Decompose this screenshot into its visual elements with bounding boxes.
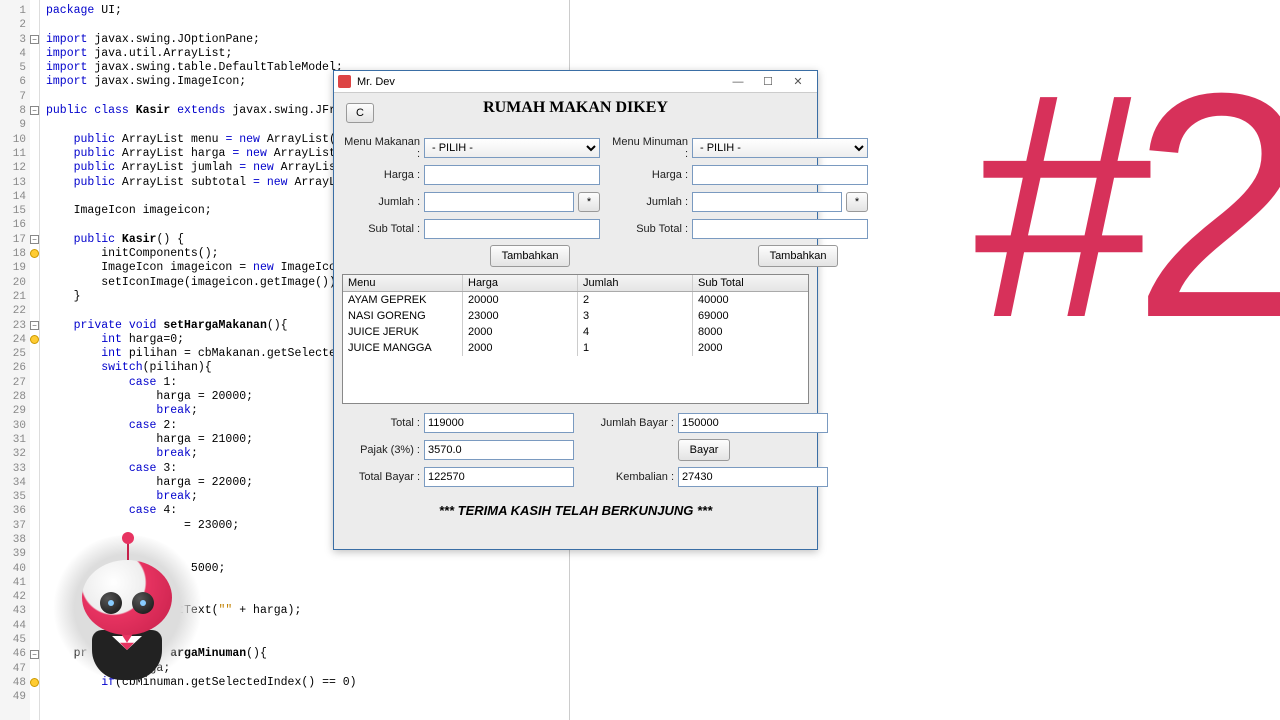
harga-minuman-input[interactable] xyxy=(692,165,868,185)
menu-makanan-select[interactable]: - PILIH - xyxy=(424,138,600,158)
thanks-message: *** TERIMA KASIH TELAH BERKUNJUNG *** xyxy=(342,503,809,518)
jmlbayar-input[interactable] xyxy=(678,413,828,433)
jumlah-makanan-label: Jumlah : xyxy=(342,196,420,208)
pajak-label: Pajak (3%) : xyxy=(342,444,420,456)
minimize-button[interactable]: — xyxy=(723,73,753,91)
table-row[interactable]: JUICE JERUK200048000 xyxy=(343,324,808,340)
subtotal-makanan-label: Sub Total : xyxy=(342,223,420,235)
total-input[interactable] xyxy=(424,413,574,433)
titlebar: Mr. Dev — ☐ ✕ xyxy=(334,71,817,93)
totalbayar-input[interactable] xyxy=(424,467,574,487)
close-button[interactable]: ✕ xyxy=(783,73,813,91)
table-row[interactable]: NASI GORENG23000369000 xyxy=(343,308,808,324)
pajak-input[interactable] xyxy=(424,440,574,460)
minuman-column: Menu Minuman : - PILIH - Harga : Jumlah … xyxy=(610,137,868,270)
makanan-column: Menu Makanan : - PILIH - Harga : Jumlah … xyxy=(342,137,600,270)
fold-column: −−−−− xyxy=(30,0,40,720)
line-gutter: 1234567891011121314151617181920212223242… xyxy=(0,0,30,720)
jumlah-minuman-label: Jumlah : xyxy=(610,196,688,208)
order-table[interactable]: MenuHargaJumlahSub Total AYAM GEPREK2000… xyxy=(342,274,809,404)
total-label: Total : xyxy=(342,417,420,429)
app-title: RUMAH MAKAN DIKEY xyxy=(342,99,809,117)
table-row[interactable]: AYAM GEPREK20000240000 xyxy=(343,292,808,308)
menu-minuman-label: Menu Minuman : xyxy=(610,136,688,160)
bayar-button[interactable]: Bayar xyxy=(678,439,730,461)
maximize-button[interactable]: ☐ xyxy=(753,73,783,91)
harga-makanan-input[interactable] xyxy=(424,165,600,185)
calc-makanan-button[interactable]: * xyxy=(578,192,600,212)
harga-minuman-label: Harga : xyxy=(610,169,688,181)
window-title: Mr. Dev xyxy=(357,76,395,88)
menu-minuman-select[interactable]: - PILIH - xyxy=(692,138,868,158)
tambah-minuman-button[interactable]: Tambahkan xyxy=(758,245,838,267)
subtotal-makanan-input[interactable] xyxy=(424,219,600,239)
totalbayar-label: Total Bayar : xyxy=(342,471,420,483)
episode-number: #2 xyxy=(974,45,1280,365)
robot-mascot xyxy=(50,530,210,710)
jumlah-minuman-input[interactable] xyxy=(692,192,842,212)
table-row[interactable]: JUICE MANGGA200012000 xyxy=(343,340,808,356)
tambah-makanan-button[interactable]: Tambahkan xyxy=(490,245,570,267)
table-header: MenuHargaJumlahSub Total xyxy=(343,275,808,292)
clear-button[interactable]: C xyxy=(346,103,374,123)
harga-makanan-label: Harga : xyxy=(342,169,420,181)
subtotal-minuman-label: Sub Total : xyxy=(610,223,688,235)
jmlbayar-label: Jumlah Bayar : xyxy=(584,417,674,429)
kembalian-label: Kembalian : xyxy=(584,471,674,483)
kembalian-input[interactable] xyxy=(678,467,828,487)
menu-makanan-label: Menu Makanan : xyxy=(342,136,420,160)
subtotal-minuman-input[interactable] xyxy=(692,219,868,239)
window-icon xyxy=(338,75,351,88)
jumlah-makanan-input[interactable] xyxy=(424,192,574,212)
swing-window: Mr. Dev — ☐ ✕ C RUMAH MAKAN DIKEY Menu M… xyxy=(333,70,818,550)
calc-minuman-button[interactable]: * xyxy=(846,192,868,212)
